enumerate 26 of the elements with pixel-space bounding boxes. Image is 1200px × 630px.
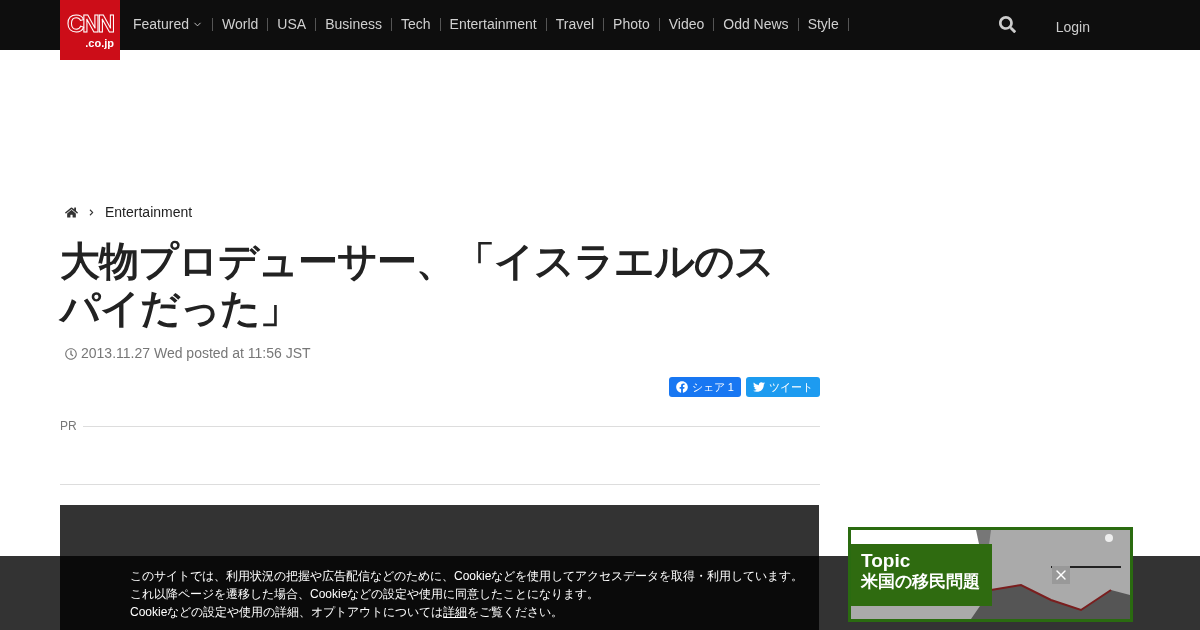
cookie-notice-text: このサイトでは、利用状況の把握や広告配信などのために、Cookieなどを使用してアクセスデータを取得・利用しています。: [130, 568, 804, 585]
post-date: 2013.11.27 Wed posted at 11:56 JST: [81, 344, 311, 363]
topic-banner[interactable]: Topic 米国の移民問題: [848, 527, 1133, 622]
topic-label: Topic: [861, 550, 912, 571]
cookie-notice-text: をご覧ください。: [467, 605, 564, 619]
nav-link[interactable]: Video: [659, 13, 714, 35]
site-logo[interactable]: CNN .co.jp: [60, 0, 120, 60]
nav-link[interactable]: Style: [798, 13, 848, 35]
nav-link[interactable]: Entertainment: [440, 13, 546, 35]
breadcrumb-link[interactable]: Entertainment: [105, 201, 193, 223]
nav-link[interactable]: USA: [268, 13, 316, 35]
details-link[interactable]: 詳細: [443, 605, 468, 619]
article-title: 大物プロデューサー、「イスラエルのスパイだった」: [60, 238, 775, 332]
pr-label: PR: [60, 418, 77, 435]
nav-link[interactable]: World: [213, 13, 268, 35]
cookie-notice-text: これ以降ページを遷移した場合、Cookieなどの設定や使用に同意したことになります。: [130, 586, 600, 603]
nav-link[interactable]: Tech: [391, 13, 440, 35]
nav-link[interactable]: Featured: [124, 13, 213, 35]
nav-link[interactable]: Photo: [604, 13, 659, 35]
topic-title: 米国の移民問題: [861, 572, 981, 593]
nav-link[interactable]: Travel: [546, 13, 604, 35]
cookie-notice-text: Cookieなどの設定や使用の詳細、オプトアウトについては: [130, 605, 444, 619]
nav-link[interactable]: Odd News: [714, 13, 798, 35]
login-link[interactable]: Login: [1055, 17, 1090, 38]
share-button[interactable]: シェア 1: [668, 377, 741, 397]
nav-link[interactable]: Business: [316, 13, 391, 35]
